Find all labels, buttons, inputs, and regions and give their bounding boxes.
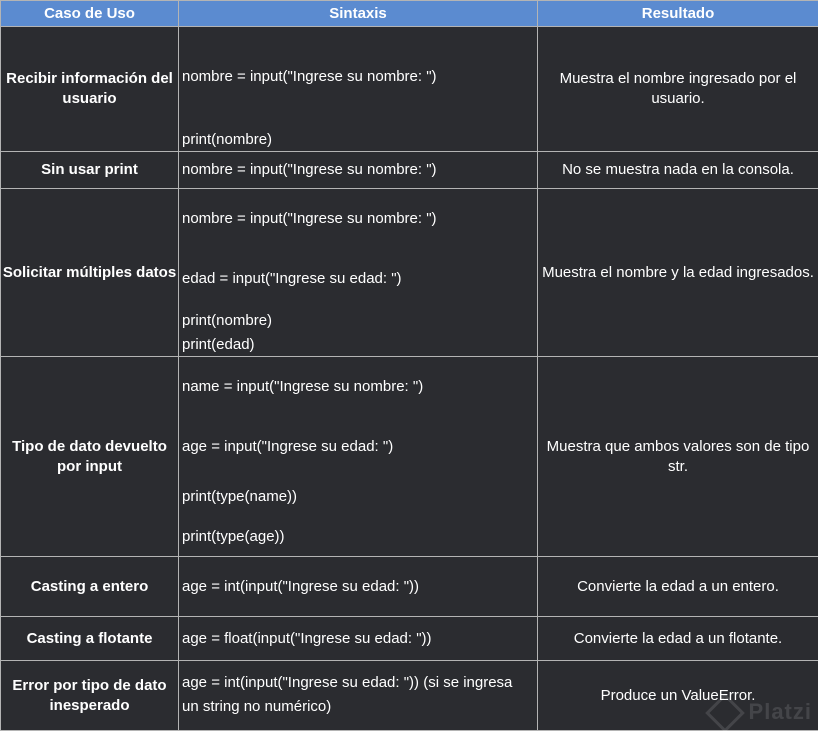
result-cell: No se muestra nada en la consola. xyxy=(537,151,818,189)
header-syntax: Sintaxis xyxy=(178,0,538,27)
case-cell: Recibir información del usuario xyxy=(0,26,179,152)
table-row: Tipo de dato devuelto por input name = i… xyxy=(0,356,818,557)
case-cell: Tipo de dato devuelto por input xyxy=(0,356,179,557)
watermark-text: Platzi xyxy=(748,698,812,724)
table-row: Casting a flotante age = float(input("In… xyxy=(0,616,818,661)
table-row: Error por tipo de dato inesperado age = … xyxy=(0,660,818,731)
platzi-watermark: Platzi xyxy=(704,693,812,731)
case-cell: Error por tipo de dato inesperado xyxy=(0,660,179,731)
code-line: print(nombre) xyxy=(182,312,273,329)
table-row: Solicitar múltiples datos nombre = input… xyxy=(0,188,818,357)
table-row: Casting a entero age = int(input("Ingres… xyxy=(0,556,818,617)
code-line: nombre = input("Ingrese su nombre: ") xyxy=(182,68,437,85)
code-line: print(type(age)) xyxy=(182,528,285,545)
use-case-table: Caso de Uso Sintaxis Resultado Recibir i… xyxy=(0,0,818,731)
header-row: Caso de Uso Sintaxis Resultado xyxy=(0,0,818,27)
platzi-logo-icon xyxy=(704,693,745,731)
result-cell: Muestra el nombre y la edad ingresados. xyxy=(537,188,818,357)
header-case: Caso de Uso xyxy=(0,0,179,27)
syntax-cell: name = input("Ingrese su nombre: ") age … xyxy=(178,356,538,557)
table-row: Recibir información del usuario nombre =… xyxy=(0,26,818,152)
result-cell: Muestra que ambos valores son de tipo st… xyxy=(537,356,818,557)
code-line: nombre = input("Ingrese su nombre: ") xyxy=(182,210,437,227)
result-cell: Convierte la edad a un entero. xyxy=(537,556,818,617)
header-result: Resultado xyxy=(537,0,818,27)
result-cell: Muestra el nombre ingresado por el usuar… xyxy=(537,26,818,152)
syntax-cell: nombre = input("Ingrese su nombre: ") xyxy=(178,151,538,189)
syntax-cell: nombre = input("Ingrese su nombre: ") pr… xyxy=(178,26,538,152)
table-row: Sin usar print nombre = input("Ingrese s… xyxy=(0,151,818,189)
code-line: name = input("Ingrese su nombre: ") xyxy=(182,378,424,395)
case-cell: Solicitar múltiples datos xyxy=(0,188,179,357)
syntax-cell: age = float(input("Ingrese su edad: ")) xyxy=(178,616,538,661)
case-cell: Sin usar print xyxy=(0,151,179,189)
code-line: print(nombre) xyxy=(182,131,273,148)
syntax-cell: nombre = input("Ingrese su nombre: ") ed… xyxy=(178,188,538,357)
case-cell: Casting a flotante xyxy=(0,616,179,661)
code-line: nombre = input("Ingrese su nombre: ") xyxy=(182,161,437,178)
code-line: print(edad) xyxy=(182,336,255,353)
case-cell: Casting a entero xyxy=(0,556,179,617)
code-line: age = int(input("Ingrese su edad: ")) xyxy=(182,578,420,595)
use-case-table-sheet: Caso de Uso Sintaxis Resultado Recibir i… xyxy=(0,0,818,731)
code-line: edad = input("Ingrese su edad: ") xyxy=(182,270,402,287)
code-line: age = int(input("Ingrese su edad: ")) (s… xyxy=(182,674,513,715)
result-cell: Convierte la edad a un flotante. xyxy=(537,616,818,661)
code-line: age = float(input("Ingrese su edad: ")) xyxy=(182,630,432,647)
code-line: print(type(name)) xyxy=(182,488,298,505)
syntax-cell: age = int(input("Ingrese su edad: ")) (s… xyxy=(178,660,538,731)
code-line: age = input("Ingrese su edad: ") xyxy=(182,438,394,455)
syntax-cell: age = int(input("Ingrese su edad: ")) xyxy=(178,556,538,617)
